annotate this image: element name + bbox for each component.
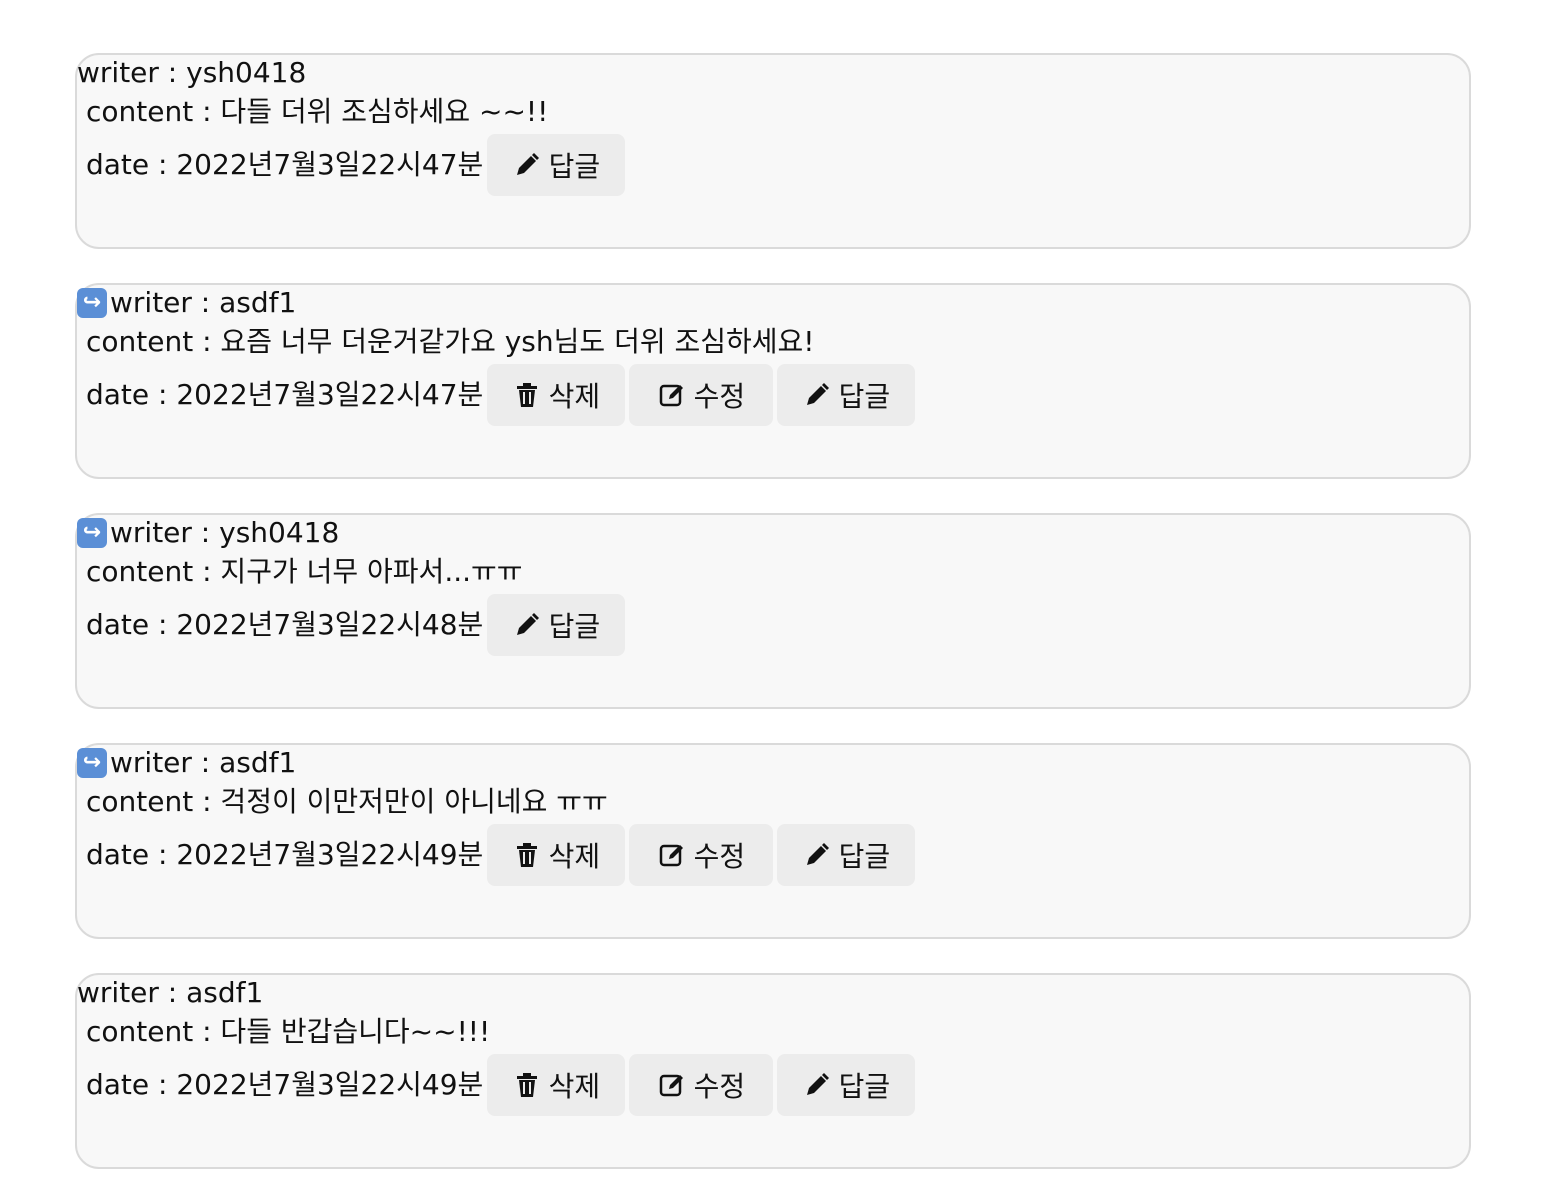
comment-content: content : 다들 반갑습니다~~!!! — [86, 1015, 491, 1048]
comment-footer: date : 2022년7월3일22시47분 삭제 수정 답글 — [86, 363, 919, 427]
pencil-icon — [803, 840, 831, 870]
trash-icon — [513, 840, 541, 870]
trash-icon — [513, 1070, 541, 1100]
comment-date: date : 2022년7월3일22시49분 — [86, 1068, 484, 1101]
reply-button-label: 답글 — [548, 610, 601, 643]
edit-button-label: 수정 — [693, 1070, 746, 1103]
comment-writer: writer : asdf1 — [110, 286, 297, 319]
comment-card: ↪ writer : asdf1 content : 요즘 너무 더운거같가요 … — [75, 283, 1471, 479]
comment-content: content : 지구가 너무 아파서...ㅠㅠ — [86, 555, 523, 588]
comment-card: writer : asdf1 content : 다들 반갑습니다~~!!! d… — [75, 973, 1471, 1169]
delete-button-label: 삭제 — [548, 1070, 601, 1103]
edit-button-label: 수정 — [693, 840, 746, 873]
comment-writer-row: ↪ writer : ysh0418 — [77, 515, 339, 551]
comment-content: content : 걱정이 이만저만이 아니네요 ㅠㅠ — [86, 785, 608, 818]
pencil-icon — [803, 380, 831, 410]
pencil-icon — [513, 610, 541, 640]
comment-writer: writer : asdf1 — [110, 746, 297, 779]
reply-button-label: 답글 — [838, 840, 891, 873]
edit-icon — [658, 1070, 686, 1100]
reply-button[interactable]: 답글 — [487, 134, 626, 196]
delete-button[interactable]: 삭제 — [487, 824, 626, 886]
edit-icon — [658, 380, 686, 410]
reply-button-label: 답글 — [548, 150, 601, 183]
comment-writer-row: ↪ writer : asdf1 — [77, 745, 296, 781]
edit-button-label: 수정 — [693, 380, 746, 413]
comment-writer: writer : ysh0418 — [110, 516, 340, 549]
comment-card: ↪ writer : ysh0418 content : 지구가 너무 아파서.… — [75, 513, 1471, 709]
delete-button[interactable]: 삭제 — [487, 1054, 626, 1116]
comment-date: date : 2022년7월3일22시49분 — [86, 838, 484, 871]
reply-button[interactable]: 답글 — [777, 824, 916, 886]
comment-card: writer : ysh0418 content : 다들 더위 조심하세요 ~… — [75, 53, 1471, 249]
trash-icon — [513, 380, 541, 410]
pencil-icon — [803, 1070, 831, 1100]
comment-footer: date : 2022년7월3일22시48분 답글 — [86, 593, 629, 657]
comment-writer: writer : asdf1 — [77, 976, 264, 1009]
comment-card: ↪ writer : asdf1 content : 걱정이 이만저만이 아니네… — [75, 743, 1471, 939]
delete-button-label: 삭제 — [548, 840, 601, 873]
pencil-icon — [513, 150, 541, 180]
reply-button[interactable]: 답글 — [487, 594, 626, 656]
comment-writer: writer : ysh0418 — [77, 56, 307, 89]
edit-button[interactable]: 수정 — [629, 824, 774, 886]
comment-footer: date : 2022년7월3일22시49분 삭제 수정 답글 — [86, 1053, 919, 1117]
comment-writer-row: writer : asdf1 — [77, 975, 263, 1011]
comment-content: content : 요즘 너무 더운거같가요 ysh님도 더위 조심하세요! — [86, 325, 815, 358]
reply-arrow-icon: ↪ — [77, 748, 107, 778]
reply-button-label: 답글 — [838, 380, 891, 413]
edit-button[interactable]: 수정 — [629, 1054, 774, 1116]
reply-button[interactable]: 답글 — [777, 364, 916, 426]
reply-arrow-icon: ↪ — [77, 518, 107, 548]
delete-button[interactable]: 삭제 — [487, 364, 626, 426]
comment-writer-row: writer : ysh0418 — [77, 55, 306, 91]
edit-icon — [658, 840, 686, 870]
comment-footer: date : 2022년7월3일22시49분 삭제 수정 답글 — [86, 823, 919, 887]
comment-list: writer : ysh0418 content : 다들 더위 조심하세요 ~… — [0, 0, 1564, 1200]
comment-date: date : 2022년7월3일22시47분 — [86, 148, 484, 181]
comment-content: content : 다들 더위 조심하세요 ~~!! — [86, 95, 549, 128]
edit-button[interactable]: 수정 — [629, 364, 774, 426]
comment-date: date : 2022년7월3일22시48분 — [86, 608, 484, 641]
reply-button-label: 답글 — [838, 1070, 891, 1103]
reply-arrow-icon: ↪ — [77, 288, 107, 318]
comment-date: date : 2022년7월3일22시47분 — [86, 378, 484, 411]
delete-button-label: 삭제 — [548, 380, 601, 413]
reply-button[interactable]: 답글 — [777, 1054, 916, 1116]
comment-writer-row: ↪ writer : asdf1 — [77, 285, 296, 321]
comment-footer: date : 2022년7월3일22시47분 답글 — [86, 133, 629, 197]
